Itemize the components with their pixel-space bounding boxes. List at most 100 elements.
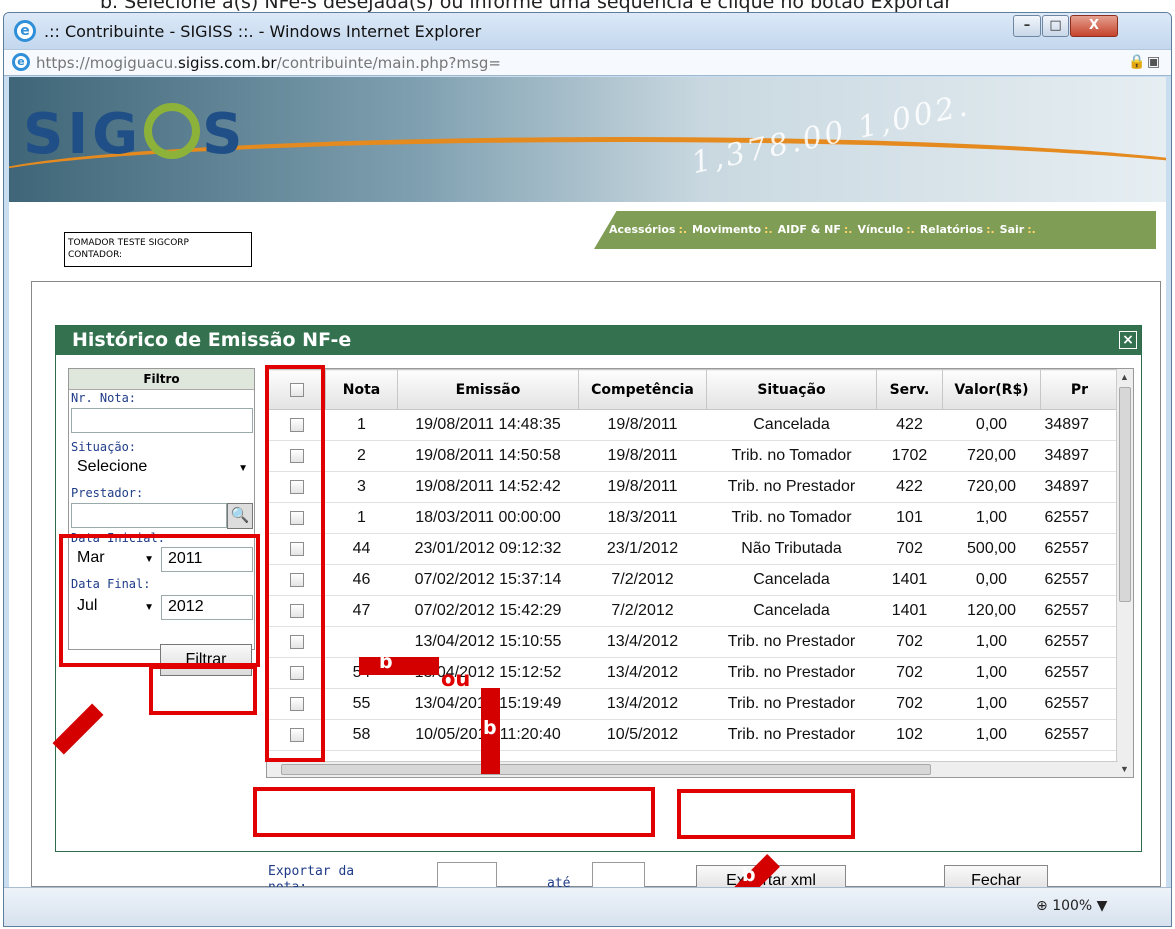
row-checkbox[interactable] <box>289 510 304 525</box>
row-checkbox-cell[interactable] <box>267 595 326 627</box>
table-row[interactable]: 3 19/08/2011 14:52:42 19/8/2011 Trib. no Pr… <box>267 471 1119 503</box>
table-row[interactable]: 1 19/08/2011 14:48:35 19/8/2011 Cancelada 42… <box>267 409 1119 441</box>
row-checkbox[interactable] <box>289 696 304 711</box>
data-final-year-input[interactable]: 2012 <box>161 595 253 620</box>
table-row[interactable]: 13/04/2012 15:10:55 13/4/2012 Trib. no Pre… <box>267 626 1119 658</box>
search-icon[interactable]: 🔍 <box>227 503 253 529</box>
table-cell: 62557 <box>1040 595 1119 627</box>
row-checkbox[interactable] <box>289 603 304 618</box>
menu-relatorios[interactable]: Relatórios <box>920 223 983 236</box>
maximize-button[interactable]: □ <box>1042 15 1069 37</box>
row-checkbox-cell[interactable] <box>267 657 326 689</box>
row-checkbox-cell[interactable] <box>267 471 326 503</box>
filtrar-button[interactable]: Filtrar <box>160 644 252 676</box>
export-to-input[interactable] <box>592 862 645 887</box>
row-checkbox[interactable] <box>289 727 304 742</box>
data-final-label: Data Final: <box>71 577 151 591</box>
nr-nota-input[interactable] <box>71 408 253 433</box>
menu-acessorios[interactable]: Acessórios <box>609 223 675 236</box>
horizontal-scrollbar[interactable] <box>267 761 1118 777</box>
table-cell: 62557 <box>1040 564 1119 596</box>
row-checkbox-cell[interactable] <box>267 688 326 720</box>
annotation-label-a: a <box>101 717 114 739</box>
vertical-scrollbar[interactable]: ▲ ▼ <box>1116 369 1133 777</box>
row-checkbox[interactable] <box>289 572 304 587</box>
column-header[interactable]: Serv. <box>876 369 943 410</box>
table-cell: Trib. no Prestador <box>706 688 877 720</box>
internet-explorer-window: e .:: Contribuinte - SIGISS ::. - Window… <box>3 12 1172 927</box>
select-all-header[interactable] <box>267 369 326 410</box>
column-header[interactable]: Nota <box>325 369 398 410</box>
row-checkbox-cell[interactable] <box>267 564 326 596</box>
column-header[interactable]: Pr <box>1040 369 1119 410</box>
dropdown-arrow-icon: ▼ <box>238 463 248 474</box>
emission-history-dialog: Histórico de Emissão NF-e × Filtro Nr. N… <box>55 325 1142 887</box>
zoom-control[interactable]: ⊕ 100% ▼ <box>1036 898 1107 914</box>
data-inicial-month-select[interactable]: Mar ▼ <box>71 547 159 572</box>
table-cell: 19/8/2011 <box>578 409 707 441</box>
user-info-box: TOMADOR TESTE SIGCORP CONTADOR: <box>64 232 252 267</box>
data-inicial-year-input[interactable]: 2011 <box>161 547 253 572</box>
scroll-thumb[interactable] <box>1119 387 1131 602</box>
table-cell: 422 <box>876 409 943 441</box>
compatibility-view-icon[interactable]: ▣ <box>1147 54 1160 70</box>
scroll-up-icon[interactable]: ▲ <box>1120 372 1129 382</box>
table-cell: 702 <box>876 657 943 689</box>
address-bar[interactable]: e https://mogiguacu.sigiss.com.br/contri… <box>4 49 1171 76</box>
table-cell: Cancelada <box>706 409 877 441</box>
column-header[interactable]: Emissão <box>397 369 579 410</box>
annotation-label-b-down: b <box>483 717 497 739</box>
dialog-close-icon[interactable]: × <box>1119 331 1137 349</box>
table-row[interactable]: 46 07/02/2012 15:37:14 7/2/2012 Cancelada 14… <box>267 564 1119 596</box>
situacao-select[interactable]: Selecione ▼ <box>71 456 253 481</box>
table-cell: 19/8/2011 <box>578 471 707 503</box>
row-checkbox[interactable] <box>289 634 304 649</box>
row-checkbox-cell[interactable] <box>267 440 326 472</box>
table-cell: 18/3/2011 <box>578 502 707 534</box>
column-header[interactable]: Valor(R$) <box>942 369 1041 410</box>
table-cell: 13/4/2012 <box>578 688 707 720</box>
select-all-checkbox[interactable] <box>289 382 304 397</box>
menu-aidf-nf[interactable]: AIDF & NF <box>778 223 841 236</box>
row-checkbox-cell[interactable] <box>267 533 326 565</box>
minimize-button[interactable]: – <box>1013 15 1041 37</box>
export-from-input[interactable] <box>437 862 497 887</box>
row-checkbox-cell[interactable] <box>267 502 326 534</box>
column-header[interactable]: Situação <box>706 369 877 410</box>
scroll-down-icon[interactable]: ▼ <box>1120 764 1129 774</box>
table-row[interactable]: 47 07/02/2012 15:42:29 7/2/2012 Cancelada 14… <box>267 595 1119 627</box>
table-cell: 702 <box>876 688 943 720</box>
table-cell: 702 <box>876 533 943 565</box>
menu-sair[interactable]: Sair <box>1000 223 1025 236</box>
horizontal-scroll-thumb[interactable] <box>281 764 931 775</box>
table-cell: 10/5/2012 <box>578 719 707 751</box>
lock-icon[interactable]: 🔒 <box>1128 54 1145 70</box>
table-cell: 0,00 <box>942 409 1041 441</box>
table-row[interactable]: 44 23/01/2012 09:12:32 23/1/2012 Não Tribut… <box>267 533 1119 565</box>
row-checkbox[interactable] <box>289 479 304 494</box>
close-dialog-button[interactable]: Fechar <box>944 865 1048 887</box>
row-checkbox-cell[interactable] <box>267 626 326 658</box>
table-row[interactable]: 58 10/05/2012 11:20:40 10/5/2012 Trib. no P… <box>267 719 1119 751</box>
menu-movimento[interactable]: Movimento <box>692 223 761 236</box>
row-checkbox-cell[interactable] <box>267 409 326 441</box>
url-text[interactable]: https://mogiguacu.sigiss.com.br/contribu… <box>36 54 501 72</box>
menu-vinculo[interactable]: Vínculo <box>857 223 903 236</box>
column-header[interactable]: Competência <box>578 369 707 410</box>
row-checkbox-cell[interactable] <box>267 719 326 751</box>
table-cell: 1,00 <box>942 688 1041 720</box>
row-checkbox[interactable] <box>289 665 304 680</box>
table-row[interactable]: 55 13/04/2012 15:19:49 13/4/2012 Trib. no P… <box>267 688 1119 720</box>
row-checkbox[interactable] <box>289 541 304 556</box>
row-checkbox[interactable] <box>289 417 304 432</box>
data-final-month-select[interactable]: Jul ▼ <box>71 595 159 620</box>
zoom-dropdown-icon[interactable]: ▼ <box>1097 898 1108 914</box>
annotation-label-b-left: b <box>379 651 393 673</box>
table-row[interactable]: 2 19/08/2011 14:50:58 19/8/2011 Trib. no To… <box>267 440 1119 472</box>
table-row[interactable]: 1 18/03/2011 00:00:00 18/3/2011 Trib. no To… <box>267 502 1119 534</box>
close-window-button[interactable]: X <box>1070 15 1118 37</box>
prestador-input[interactable] <box>71 503 227 528</box>
row-checkbox[interactable] <box>289 448 304 463</box>
table-cell: 13/4/2012 <box>578 626 707 658</box>
table-cell: 62557 <box>1040 502 1119 534</box>
